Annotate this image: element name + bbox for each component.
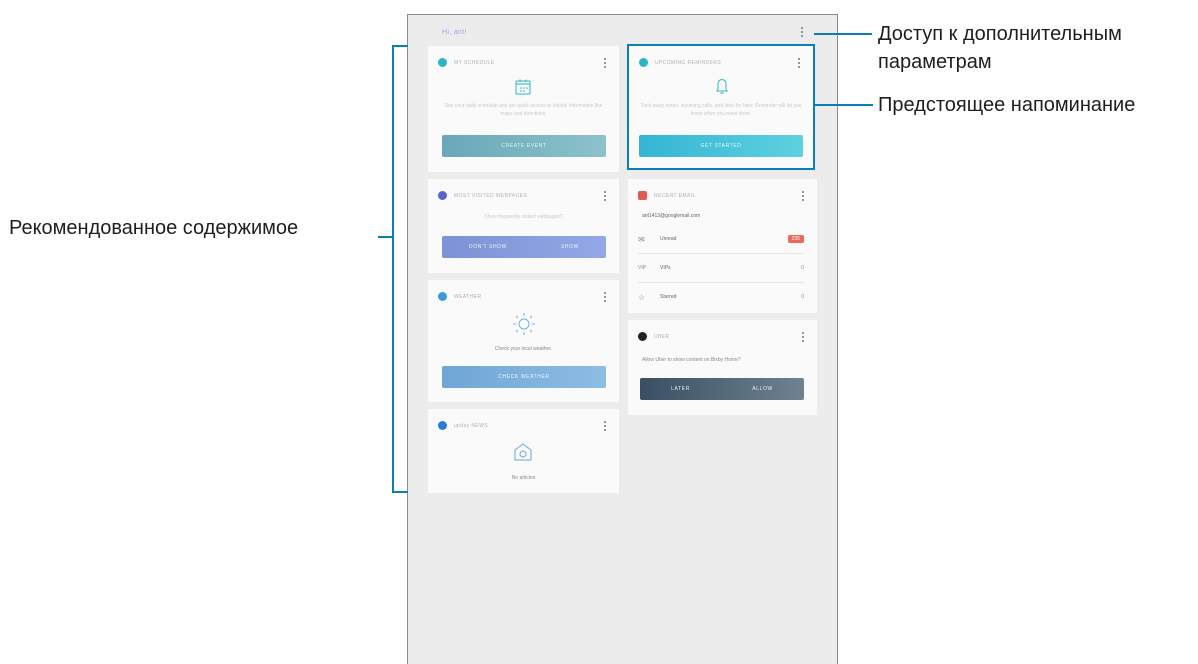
- unread-badge: 235: [787, 235, 804, 243]
- schedule-app-icon: [438, 58, 447, 67]
- upday-app-icon: [438, 421, 447, 430]
- card-more-icon[interactable]: [603, 292, 607, 302]
- card-weather[interactable]: WEATHER Check your local weather. CHECK …: [428, 280, 619, 402]
- card-more-icon[interactable]: [801, 332, 805, 342]
- card-more-icon[interactable]: [801, 191, 805, 201]
- email-app-icon: [638, 191, 647, 200]
- card-title: WEATHER: [454, 293, 482, 300]
- show-button[interactable]: SHOW: [561, 244, 579, 250]
- card-title: MY SCHEDULE: [454, 59, 495, 66]
- card-more-icon[interactable]: [603, 58, 607, 68]
- callout-line-2: параметрам: [878, 51, 992, 73]
- card-most-visited-webpages[interactable]: MOST VISITED WEBPAGES Show frequently vi…: [428, 179, 619, 273]
- email-account: ant1413@googlemail.com: [642, 213, 701, 219]
- row-label: VIPs: [660, 265, 671, 271]
- card-uber[interactable]: UBER Allow Uber to show content on Bixby…: [628, 320, 817, 415]
- weather-app-icon: [438, 292, 447, 301]
- internet-app-icon: [438, 191, 447, 200]
- webpages-button-bar: DON'T SHOW SHOW: [442, 236, 606, 258]
- uber-button-bar: LATER ALLOW: [640, 378, 804, 400]
- row-count: 0: [801, 265, 804, 271]
- card-title: RECENT EMAIL: [654, 192, 696, 199]
- callout-more-options: Доступ к дополнительным параметрам: [878, 20, 1122, 76]
- allow-button[interactable]: ALLOW: [752, 386, 773, 392]
- card-recent-email[interactable]: RECENT EMAIL ant1413@googlemail.com ✉ Un…: [628, 179, 817, 313]
- vip-icon: VIP: [638, 265, 647, 271]
- card-my-schedule[interactable]: MY SCHEDULE See your daily schedule and …: [428, 46, 619, 172]
- callout-recommended: Рекомендованное содержимое: [9, 217, 299, 239]
- calendar-icon: [515, 79, 531, 95]
- row-count: 0: [801, 294, 804, 300]
- callout-line-1: Доступ к дополнительным: [878, 23, 1122, 45]
- create-event-button[interactable]: CREATE EVENT: [442, 135, 606, 157]
- no-articles-text: No articles: [511, 475, 536, 481]
- recommended-bracket: [392, 45, 408, 493]
- check-weather-button[interactable]: CHECK WEATHER: [442, 366, 606, 388]
- greeting: Hi, ant!: [442, 29, 467, 36]
- row-label: Unread: [660, 236, 677, 242]
- mail-icon: ✉: [638, 234, 645, 244]
- email-row-starred[interactable]: ☆ Starred 0: [638, 283, 804, 311]
- card-more-icon[interactable]: [603, 421, 607, 431]
- sun-icon: [513, 313, 535, 335]
- card-description: Show frequently visited webpages?: [484, 214, 563, 220]
- more-options-icon[interactable]: [800, 27, 806, 39]
- reminder-highlight-box: [627, 44, 815, 170]
- more-options-leader-line: [814, 33, 872, 35]
- news-icon: [514, 443, 532, 461]
- card-more-icon[interactable]: [603, 191, 607, 201]
- card-description: Allow Uber to show content on Bixby Home…: [642, 357, 741, 363]
- reminder-leader-line: [815, 104, 873, 106]
- recommended-leader-line: [378, 236, 394, 238]
- star-icon: ☆: [638, 292, 646, 302]
- dont-show-button[interactable]: DON'T SHOW: [469, 244, 507, 250]
- row-label: Starred: [660, 294, 677, 300]
- card-description: Check your local weather.: [494, 346, 553, 352]
- callout-reminder: Предстоящее напоминание: [878, 94, 1136, 116]
- card-title: UBER: [654, 333, 670, 340]
- card-title: upday NEWS: [454, 422, 489, 429]
- card-description: See your daily schedule and get quick ac…: [444, 103, 603, 117]
- later-button[interactable]: LATER: [671, 386, 690, 392]
- card-title: MOST VISITED WEBPAGES: [454, 192, 528, 199]
- card-upday-news[interactable]: upday NEWS No articles: [428, 409, 619, 493]
- email-row-vips[interactable]: VIP VIPs 0: [638, 254, 804, 283]
- uber-app-icon: [638, 332, 647, 341]
- email-row-unread[interactable]: ✉ Unread 235: [638, 225, 804, 254]
